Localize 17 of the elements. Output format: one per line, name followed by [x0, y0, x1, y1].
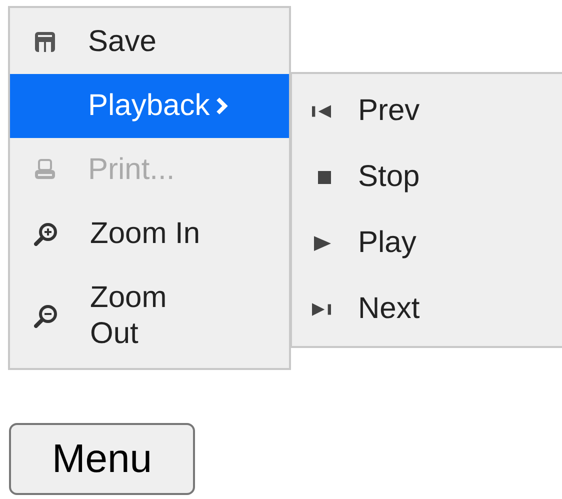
menu-item[interactable]: Stop — [292, 144, 562, 210]
menu-item[interactable]: Zoom In — [10, 202, 289, 266]
printer-icon — [34, 159, 56, 181]
zoom-out-icon — [34, 304, 58, 328]
chevron-right-icon — [216, 97, 228, 115]
menu-item[interactable]: Playback — [10, 74, 289, 138]
skip-forward-icon — [312, 302, 331, 316]
menu-item[interactable]: Zoom Out — [10, 266, 289, 366]
menu-item[interactable]: Next — [292, 276, 562, 342]
play-icon — [314, 236, 331, 250]
menu-item[interactable]: Save — [10, 10, 289, 74]
menu-item[interactable]: Prev — [292, 78, 562, 144]
menu-button[interactable]: Menu — [9, 423, 195, 495]
menu-item[interactable]: Play — [292, 210, 562, 276]
stop-icon — [318, 170, 331, 184]
zoom-in-icon — [34, 222, 58, 246]
skip-back-icon — [312, 104, 331, 118]
